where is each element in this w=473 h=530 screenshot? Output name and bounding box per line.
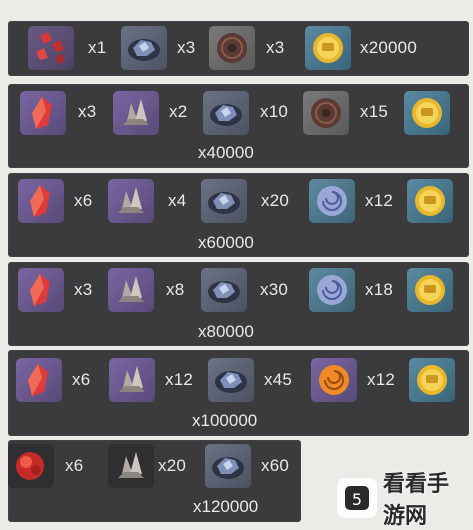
blue-ore-icon xyxy=(208,358,254,402)
qty-label: x2 xyxy=(169,102,188,121)
qty-label: x1 xyxy=(88,38,107,57)
blue-ore-icon xyxy=(205,444,251,488)
red-crystal-icon xyxy=(20,91,66,135)
upgrade-cost-table: x1 x3 x3 x20000 x3 x2 x10 x15 x40000 x6 … xyxy=(0,0,473,522)
qty-label: x30 xyxy=(260,280,289,299)
qty-label: x3 xyxy=(177,38,196,57)
orange-swirl-disc-icon xyxy=(311,358,357,402)
cost-row-3: x6 x4 x20 x12 x60000 xyxy=(8,173,469,257)
svg-text:5: 5 xyxy=(352,490,362,509)
qty-label: x3 xyxy=(74,280,93,299)
red-crystal-icon xyxy=(18,179,64,223)
grey-crystal-cluster-icon xyxy=(108,179,154,223)
blue-swirl-disc-icon xyxy=(309,268,355,312)
red-gem-cluster-icon xyxy=(8,444,54,488)
gold-total-label: x120000 xyxy=(193,497,259,516)
gold-total-label: x100000 xyxy=(192,411,258,430)
qty-label: x20 xyxy=(158,456,187,475)
qty-label: x6 xyxy=(65,456,84,475)
qty-label: x10 xyxy=(260,102,289,121)
qty-label: x8 xyxy=(166,280,185,299)
qty-label: x12 xyxy=(367,370,396,389)
grey-crystal-cluster-icon xyxy=(113,91,159,135)
watermark-logo-icon: 5 xyxy=(337,478,377,518)
blue-ore-icon xyxy=(121,26,167,70)
red-crystal-icon xyxy=(16,358,62,402)
gold-coin-icon xyxy=(407,179,453,223)
qty-label: x45 xyxy=(264,370,293,389)
qty-label: x12 xyxy=(365,191,394,210)
gold-coin-icon xyxy=(407,268,453,312)
qty-label: x12 xyxy=(165,370,194,389)
brown-disc-icon xyxy=(303,91,349,135)
blue-ore-icon xyxy=(201,179,247,223)
cost-row-2: x3 x2 x10 x15 x40000 xyxy=(8,84,469,168)
gold-total-label: x40000 xyxy=(198,143,254,162)
cost-row-5: x6 x12 x45 x12 x100000 xyxy=(8,350,469,436)
qty-label: x6 xyxy=(72,370,91,389)
watermark-text: 看看手游网 xyxy=(383,472,450,529)
qty-label: x20000 xyxy=(360,38,417,57)
qty-label: x15 xyxy=(360,102,389,121)
blue-ore-icon xyxy=(201,268,247,312)
qty-label: x60 xyxy=(261,456,290,475)
grey-crystal-cluster-icon xyxy=(108,444,154,488)
cost-row-6: x6 x20 x60 x120000 xyxy=(8,440,301,522)
qty-label: x20 xyxy=(261,191,290,210)
red-crystal-icon xyxy=(18,268,64,312)
grey-crystal-cluster-icon xyxy=(108,268,154,312)
gold-coin-icon xyxy=(305,26,351,70)
gold-coin-icon xyxy=(404,91,450,135)
blue-ore-icon xyxy=(203,91,249,135)
qty-label: x4 xyxy=(168,191,187,210)
qty-label: x3 xyxy=(266,38,285,57)
qty-label: x6 xyxy=(74,191,93,210)
watermark: 5 看看手游网 xyxy=(337,472,467,529)
blue-swirl-disc-icon xyxy=(309,179,355,223)
qty-label: x3 xyxy=(78,102,97,121)
red-ore-fragments-icon xyxy=(28,26,74,70)
grey-crystal-cluster-icon xyxy=(109,358,155,402)
qty-label: x18 xyxy=(365,280,394,299)
brown-disc-icon xyxy=(209,26,255,70)
gold-total-label: x60000 xyxy=(198,233,254,252)
cost-row-1: x1 x3 x3 x20000 xyxy=(8,21,469,76)
cost-row-4: x3 x8 x30 x18 x80000 xyxy=(8,262,469,346)
gold-coin-icon xyxy=(409,358,455,402)
gold-total-label: x80000 xyxy=(198,322,254,341)
